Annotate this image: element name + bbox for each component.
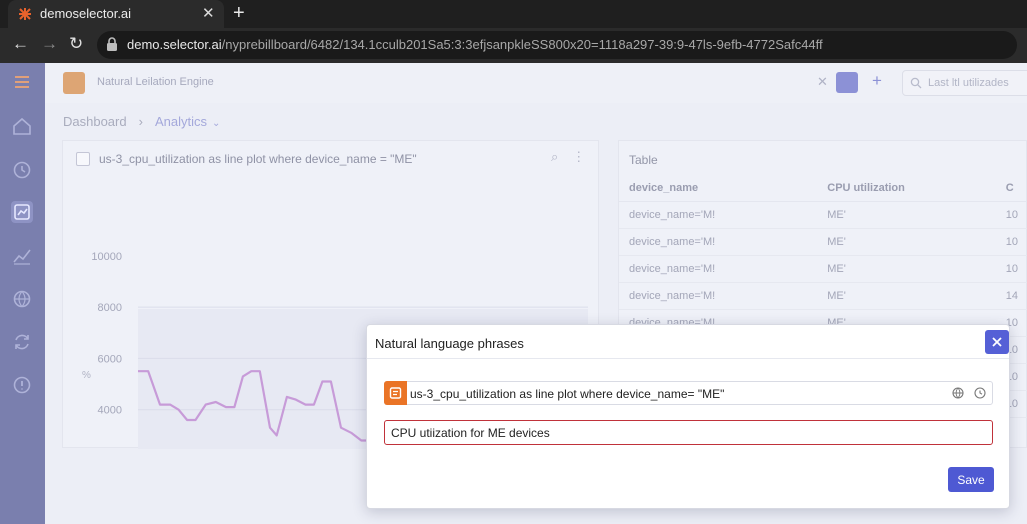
query-text: us-3_cpu_utilization as line plot where … <box>410 387 725 401</box>
table-cell: ME' <box>817 255 996 283</box>
table-cell: device_name='M! <box>619 255 818 283</box>
home-icon[interactable] <box>11 115 33 137</box>
y-tick-label: 4000 <box>98 405 122 417</box>
table-row[interactable]: device_name='M! ME' 14 <box>619 282 1027 310</box>
table-cell: ME' <box>817 228 996 256</box>
menu-icon[interactable] <box>11 71 33 93</box>
url-path: /nyprebillboard/6482/134.1cculb201Sa5:3:… <box>221 37 823 52</box>
save-button[interactable]: Save <box>948 467 994 492</box>
reload-icon[interactable]: ↻ <box>69 34 83 54</box>
browser-toolbar: ← → ↻ demo.selector.ai/nyprebillboard/64… <box>0 28 1027 63</box>
search-placeholder: Last ltl utilizades <box>928 77 1009 89</box>
column-header[interactable]: CPU utilization <box>817 176 996 202</box>
sync-icon[interactable] <box>11 331 33 353</box>
table-cell: ME' <box>817 282 996 310</box>
add-icon[interactable]: + <box>872 71 882 91</box>
info-icon[interactable] <box>11 374 33 396</box>
history-icon[interactable] <box>973 386 987 400</box>
chevron-down-icon[interactable]: ⌄ <box>212 118 220 129</box>
y-tick-label: 10000 <box>91 251 122 263</box>
table-cell: 14 <box>995 282 1027 310</box>
history-icon[interactable] <box>11 159 33 181</box>
clear-icon[interactable]: ✕ <box>817 74 828 90</box>
search-icon <box>910 77 922 89</box>
dialog-title: Natural language phrases <box>375 336 524 351</box>
table-cell: 10 <box>995 228 1027 256</box>
forward-icon[interactable]: → <box>41 34 58 54</box>
breadcrumb: Dashboard › Analytics ⌄ <box>63 114 220 129</box>
natural-language-dialog: Natural language phrases us-3_cpu_utiliz… <box>366 324 1010 509</box>
app-header: Natural Leilation Engine ✕ + Last ltl ut… <box>45 63 1027 103</box>
table-cell: device_name='M! <box>619 282 818 310</box>
dialog-header: Natural language phrases <box>367 325 1009 359</box>
tab-title: demoselector.ai <box>40 6 132 21</box>
new-tab-icon[interactable]: + <box>233 2 245 25</box>
lock-icon <box>107 37 117 51</box>
table-cell: 10 <box>995 255 1027 283</box>
globe-icon[interactable] <box>951 386 965 400</box>
phrase-input[interactable] <box>384 420 993 445</box>
trend-icon[interactable] <box>11 245 33 267</box>
y-axis-label: % <box>82 370 91 381</box>
table-title: Table <box>629 153 658 167</box>
back-icon[interactable]: ← <box>12 34 29 54</box>
table-cell: 10 <box>995 201 1027 229</box>
breadcrumb-dashboard[interactable]: Dashboard <box>63 114 127 129</box>
y-tick-label: 6000 <box>98 353 122 365</box>
y-tick-label: 8000 <box>98 302 122 314</box>
close-tab-icon[interactable]: ✕ <box>202 4 215 22</box>
selector-favicon-icon <box>19 8 31 20</box>
address-bar[interactable]: demo.selector.ai/nyprebillboard/6482/134… <box>97 31 1017 59</box>
url-host: demo.selector.ai <box>127 37 222 52</box>
expand-button[interactable] <box>836 72 858 93</box>
close-icon <box>992 337 1002 347</box>
globe-icon[interactable] <box>11 288 33 310</box>
browser-tab-bar: demoselector.ai ✕ + <box>0 0 1027 28</box>
table-header-row: device_name CPU utilization C <box>619 176 1027 202</box>
table-row[interactable]: device_name='M! ME' 10 <box>619 201 1027 229</box>
analytics-icon[interactable] <box>11 201 33 223</box>
close-dialog-button[interactable] <box>985 330 1009 354</box>
header-search[interactable]: Last ltl utilizades <box>902 70 1027 96</box>
browser-tab[interactable]: demoselector.ai ✕ <box>8 0 224 28</box>
column-header[interactable]: device_name <box>619 176 818 202</box>
logo-icon <box>63 72 85 94</box>
app-title: Natural Leilation Engine <box>97 76 214 88</box>
table-row[interactable]: device_name='M! ME' 10 <box>619 228 1027 256</box>
column-header[interactable]: C <box>995 176 1027 202</box>
breadcrumb-separator-icon: › <box>138 114 143 129</box>
breadcrumb-analytics[interactable]: Analytics <box>155 114 207 129</box>
table-cell: device_name='M! <box>619 228 818 256</box>
table-cell: ME' <box>817 201 996 229</box>
table-row[interactable]: device_name='M! ME' 10 <box>619 255 1027 283</box>
url-text: demo.selector.ai/nyprebillboard/6482/134… <box>127 37 823 52</box>
query-row: us-3_cpu_utilization as line plot where … <box>384 381 993 405</box>
table-cell: device_name='M! <box>619 201 818 229</box>
sidebar <box>0 63 45 524</box>
query-icon <box>384 381 407 405</box>
